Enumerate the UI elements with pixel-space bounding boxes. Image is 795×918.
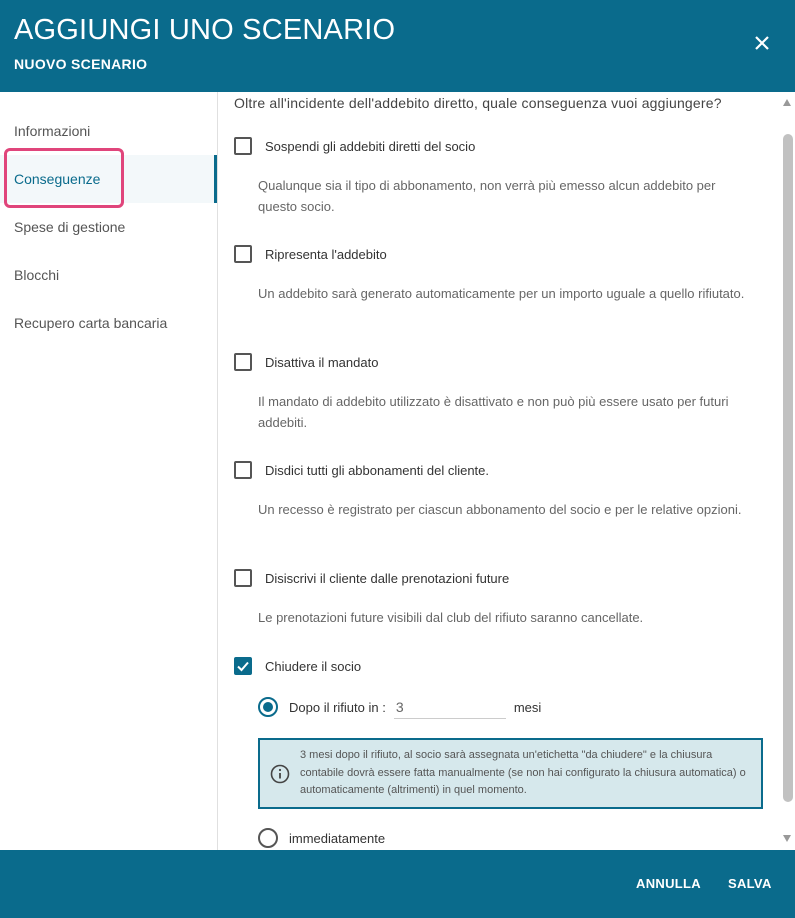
option-disiscrivi-prenotazioni: Disiscrivi il cliente dalle prenotazioni… [234,567,764,628]
question-text: Oltre all'incidente dell'addebito dirett… [234,95,722,111]
option-ripresenta-addebito: Ripresenta l'addebito Un addebito sarà g… [234,243,764,304]
months-unit: mesi [513,699,542,715]
checkbox-checked[interactable] [234,657,252,675]
dialog-header: AGGIUNGI UNO SCENARIO NUOVO SCENARIO [0,0,795,92]
option-label: Chiudere il socio [265,658,362,674]
sidebar-item-informazioni[interactable]: Informazioni [0,107,217,155]
radio-button[interactable] [258,828,278,848]
info-text: 3 mesi dopo il rifiuto, al socio sarà as… [300,749,746,797]
option-label: Ripresenta l'addebito [265,246,387,262]
radio-label: immediatamente [289,830,386,846]
save-button[interactable]: SALVA [728,876,772,891]
months-input[interactable] [393,695,506,719]
dialog-title: AGGIUNGI UNO SCENARIO [14,14,396,46]
scrollbar[interactable] [780,92,795,850]
scroll-up-arrow-icon[interactable] [783,99,791,106]
option-description: Qualunque sia il tipo di abbonamento, no… [258,178,716,214]
option-chiudere-socio: Chiudere il socio [234,655,764,677]
option-label: Disiscrivi il cliente dalle prenotazioni… [265,570,510,586]
sidebar-item-recupero-carta-bancaria[interactable]: Recupero carta bancaria [0,299,217,347]
dialog-footer: ANNULLA SALVA [0,850,795,918]
radio-after-refusal: Dopo il rifiuto in : mesi [258,695,541,719]
option-description: Un recesso è registrato per ciascun abbo… [258,502,742,517]
sidebar-item-spese-di-gestione[interactable]: Spese di gestione [0,203,217,251]
checkbox[interactable] [234,137,252,155]
option-description: Le prenotazioni future visibili dal club… [258,610,644,625]
checkbox[interactable] [234,461,252,479]
option-disattiva-mandato: Disattiva il mandato Il mandato di addeb… [234,351,764,433]
option-label: Disdici tutti gli abbonamenti del client… [265,462,490,478]
main-content: Oltre all'incidente dell'addebito dirett… [218,92,778,850]
scroll-down-arrow-icon[interactable] [783,835,791,842]
info-box: 3 mesi dopo il rifiuto, al socio sarà as… [258,738,763,809]
sidebar-nav: Informazioni Conseguenze Spese di gestio… [0,92,218,850]
scroll-thumb[interactable] [783,134,793,802]
radio-label: Dopo il rifiuto in : [289,699,386,715]
option-sospendi-addebiti: Sospendi gli addebiti diretti del socio … [234,135,764,217]
option-label: Sospendi gli addebiti diretti del socio [265,138,476,154]
option-label: Disattiva il mandato [265,354,379,370]
checkbox[interactable] [234,569,252,587]
option-description: Il mandato di addebito utilizzato è disa… [258,394,729,430]
sidebar-item-blocchi[interactable]: Blocchi [0,251,217,299]
radio-button-selected[interactable] [258,697,278,717]
radio-immediately: immediatamente [258,828,385,848]
option-disdici-abbonamenti: Disdici tutti gli abbonamenti del client… [234,459,764,520]
info-icon [270,764,290,783]
option-description: Un addebito sarà generato automaticament… [258,286,745,301]
checkbox[interactable] [234,353,252,371]
close-icon[interactable] [749,30,775,56]
checkbox[interactable] [234,245,252,263]
dialog-subtitle: NUOVO SCENARIO [14,56,148,72]
sidebar-item-conseguenze[interactable]: Conseguenze [0,155,217,203]
cancel-button[interactable]: ANNULLA [636,876,701,891]
checkmark-icon [237,661,249,672]
